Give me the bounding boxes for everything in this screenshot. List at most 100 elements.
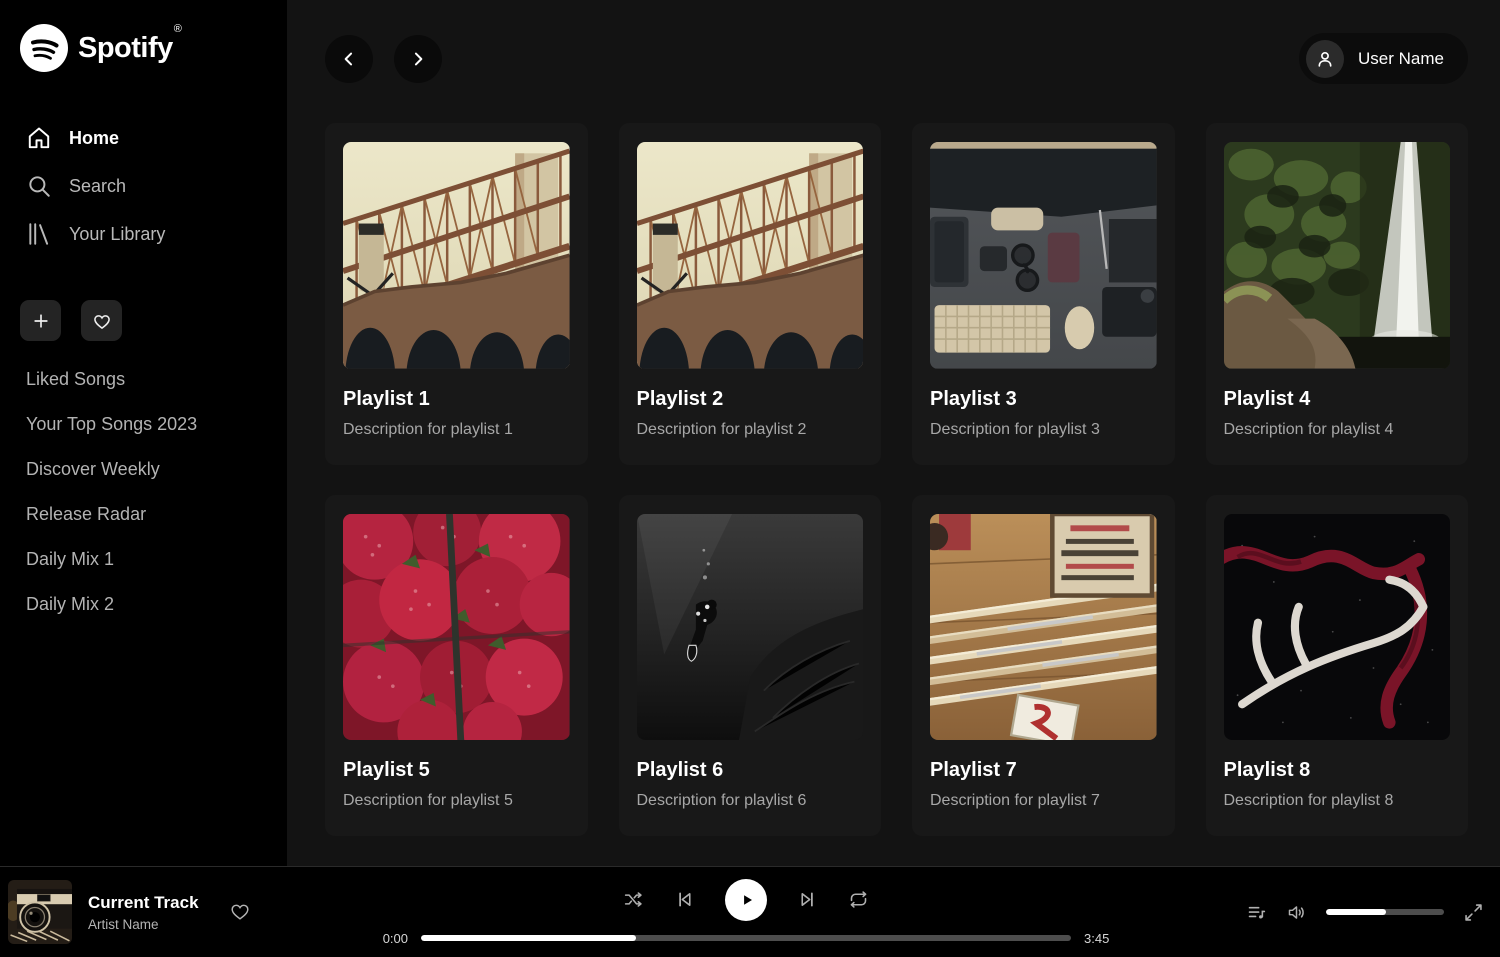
- playlist-cover-image: [637, 142, 864, 369]
- shuffle-icon: [623, 889, 644, 910]
- spotify-logo[interactable]: Spotify®: [20, 24, 267, 72]
- track-artist: Artist Name: [88, 917, 199, 932]
- user-name-label: User Name: [1358, 49, 1444, 69]
- playlist-description: Description for playlist 4: [1224, 421, 1451, 439]
- playlist-cover-image: [343, 514, 570, 741]
- sidebar-playlist-discover-weekly[interactable]: Discover Weekly: [20, 447, 267, 492]
- history-nav: [325, 35, 442, 83]
- sidebar-playlist-daily-mix-2[interactable]: Daily Mix 2: [20, 582, 267, 627]
- playlist-cover-image: [1224, 514, 1451, 741]
- sidebar-nav: Home Search Your Library: [20, 114, 267, 258]
- volume-icon: [1286, 902, 1307, 923]
- previous-icon: [674, 889, 695, 910]
- sidebar-item-search[interactable]: Search: [20, 162, 267, 210]
- playlist-description: Description for playlist 2: [637, 421, 864, 439]
- sidebar-playlist-liked-songs[interactable]: Liked Songs: [20, 357, 267, 402]
- top-bar: User Name: [287, 0, 1500, 84]
- playlist-cover-image: [637, 514, 864, 741]
- next-track-button[interactable]: [797, 889, 818, 910]
- volume-fill: [1326, 909, 1386, 915]
- album-art: [8, 880, 72, 944]
- playlist-title: Playlist 3: [930, 388, 1157, 411]
- playlist-description: Description for playlist 3: [930, 421, 1157, 439]
- playlist-card-3[interactable]: Playlist 3 Description for playlist 3: [912, 123, 1175, 465]
- player-controls: 0:00 3:45: [376, 879, 1116, 946]
- back-button[interactable]: [325, 35, 373, 83]
- playlist-card-7[interactable]: Playlist 7 Description for playlist 7: [912, 495, 1175, 837]
- playlist-card-5[interactable]: Playlist 5 Description for playlist 5: [325, 495, 588, 837]
- queue-button[interactable]: [1246, 902, 1267, 923]
- sidebar-playlist-your-top-songs-2023[interactable]: Your Top Songs 2023: [20, 402, 267, 447]
- playlist-cover-image: [1224, 142, 1451, 369]
- playlist-card-8[interactable]: Playlist 8 Description for playlist 8: [1206, 495, 1469, 837]
- player-bar: Current Track Artist Name: [0, 866, 1500, 957]
- playlist-description: Description for playlist 7: [930, 792, 1157, 810]
- now-playing: Current Track Artist Name: [8, 880, 376, 944]
- playlist-title: Playlist 5: [343, 759, 570, 782]
- spotify-logo-text: Spotify®: [78, 32, 181, 65]
- chevron-right-icon: [408, 49, 428, 69]
- playlist-title: Playlist 4: [1224, 388, 1451, 411]
- playlist-description: Description for playlist 6: [637, 792, 864, 810]
- create-playlist-button[interactable]: [20, 300, 61, 341]
- playlist-title: Playlist 6: [637, 759, 864, 782]
- sidebar-playlist-release-radar[interactable]: Release Radar: [20, 492, 267, 537]
- playlist-card-6[interactable]: Playlist 6 Description for playlist 6: [619, 495, 882, 837]
- sidebar-playlists: Liked Songs Your Top Songs 2023 Discover…: [20, 357, 267, 627]
- playlist-description: Description for playlist 1: [343, 421, 570, 439]
- heart-icon: [229, 900, 251, 922]
- library-icon: [26, 221, 52, 247]
- playlist-card-4[interactable]: Playlist 4 Description for playlist 4: [1206, 123, 1469, 465]
- play-button[interactable]: [725, 879, 767, 921]
- plus-icon: [31, 311, 51, 331]
- play-icon: [737, 890, 757, 910]
- volume-slider[interactable]: [1326, 909, 1444, 915]
- playlist-cover-image: [343, 142, 570, 369]
- playlist-description: Description for playlist 5: [343, 792, 570, 810]
- playlist-grid: Playlist 1 Description for playlist 1 Pl…: [287, 84, 1500, 866]
- progress-fill: [421, 935, 636, 941]
- seek-bar[interactable]: [421, 935, 1071, 941]
- sidebar-item-your-library[interactable]: Your Library: [20, 210, 267, 258]
- repeat-icon: [848, 889, 869, 910]
- fullscreen-button[interactable]: [1463, 902, 1484, 923]
- current-time-label: 0:00: [376, 931, 408, 946]
- chevron-left-icon: [339, 49, 359, 69]
- transport-controls: [623, 879, 869, 921]
- avatar: [1306, 40, 1344, 78]
- sidebar-item-home[interactable]: Home: [20, 114, 267, 162]
- total-time-label: 3:45: [1084, 931, 1116, 946]
- playlist-title: Playlist 7: [930, 759, 1157, 782]
- sidebar: Spotify® Home Search Your Library: [0, 0, 287, 866]
- sidebar-playlist-daily-mix-1[interactable]: Daily Mix 1: [20, 537, 267, 582]
- playlist-cover-image: [930, 142, 1157, 369]
- volume-button[interactable]: [1286, 902, 1307, 923]
- queue-icon: [1246, 902, 1267, 923]
- user-menu-button[interactable]: User Name: [1299, 33, 1468, 84]
- playlist-description: Description for playlist 8: [1224, 792, 1451, 810]
- expand-icon: [1463, 902, 1484, 923]
- player-options: [1116, 902, 1484, 923]
- sidebar-item-label: Home: [69, 128, 119, 149]
- playlist-card-1[interactable]: Playlist 1 Description for playlist 1: [325, 123, 588, 465]
- previous-track-button[interactable]: [674, 889, 695, 910]
- search-icon: [26, 173, 52, 199]
- playlist-cover-image: [930, 514, 1157, 741]
- like-track-button[interactable]: [229, 900, 251, 925]
- app-window: Spotify® Home Search Your Library: [0, 0, 1500, 866]
- progress-section: 0:00 3:45: [376, 931, 1116, 946]
- liked-songs-button[interactable]: [81, 300, 122, 341]
- shuffle-button[interactable]: [623, 889, 644, 910]
- track-title: Current Track: [88, 893, 199, 913]
- repeat-button[interactable]: [848, 889, 869, 910]
- sidebar-actions: [20, 300, 267, 341]
- main-content: User Name Playlist 1 Description for pla…: [287, 0, 1500, 866]
- user-icon: [1314, 48, 1336, 70]
- heart-icon: [92, 311, 112, 331]
- playlist-title: Playlist 2: [637, 388, 864, 411]
- forward-button[interactable]: [394, 35, 442, 83]
- sidebar-item-label: Search: [69, 176, 126, 197]
- sidebar-item-label: Your Library: [69, 224, 165, 245]
- playlist-card-2[interactable]: Playlist 2 Description for playlist 2: [619, 123, 882, 465]
- playlist-title: Playlist 1: [343, 388, 570, 411]
